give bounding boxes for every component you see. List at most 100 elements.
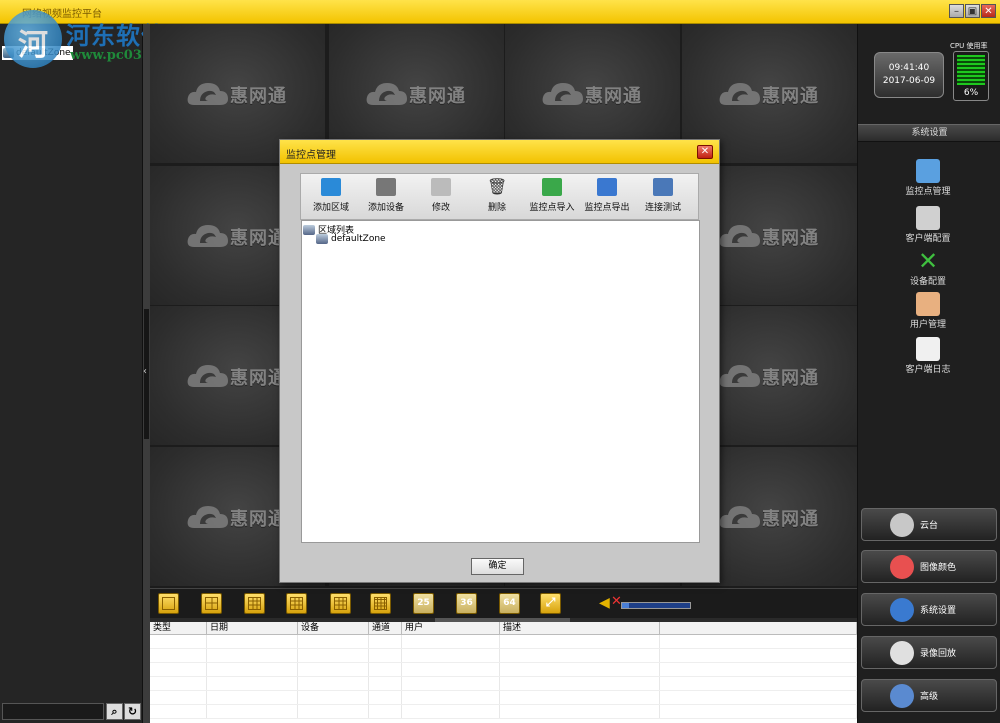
volume-level [622, 603, 629, 608]
camera-placeholder-logo: 惠网通 [186, 221, 290, 251]
table-cell [207, 663, 298, 676]
layout-button-25[interactable]: 25 [413, 593, 434, 614]
mute-icon[interactable]: ◀ ✕ [599, 594, 622, 613]
table-cell [298, 691, 369, 704]
cpu-label: CPU 使用率 [950, 42, 988, 50]
layout-button-36[interactable]: 36 [456, 593, 477, 614]
table-cell [207, 677, 298, 690]
table-row[interactable] [150, 705, 857, 719]
zone-list-icon [303, 224, 315, 235]
dialog-close-button[interactable]: ✕ [697, 145, 713, 159]
table-cell [369, 691, 402, 704]
table-cell [660, 705, 857, 718]
cloud-icon [366, 83, 407, 105]
column-header[interactable]: 类型 [150, 622, 207, 634]
column-header[interactable]: 描述 [500, 622, 660, 634]
app-window: 网络视频监控平台 – ▣ ✕ defaultZone ⌕ ↻ 河 河东软件园 w… [0, 0, 1000, 723]
column-header[interactable]: 设备 [298, 622, 369, 634]
sys-item-0[interactable]: 监控点管理 [878, 159, 978, 197]
panel-splitter[interactable]: ‹ [143, 24, 150, 723]
close-button[interactable]: ✕ [981, 4, 996, 18]
collapse-arrow-icon[interactable]: ‹ [143, 366, 147, 377]
column-header[interactable]: 用户 [402, 622, 500, 634]
placeholder-text: 惠网通 [585, 86, 642, 107]
dialog-tool-5[interactable]: 监控点导出 [579, 178, 635, 213]
section-title: 系统设置 [858, 124, 1000, 142]
table-cell [369, 635, 402, 648]
table-cell [369, 705, 402, 718]
tool-label: 添加设备 [367, 203, 404, 213]
layout-button-4[interactable] [201, 593, 222, 614]
table-row[interactable] [150, 691, 857, 705]
camera-placeholder-logo: 惠网通 [186, 361, 290, 391]
sys-item-label: 用户管理 [909, 320, 946, 330]
dialog-toolbar: 添加区域 添加设备 修改 🗑 删除 监控点导入 监控点导出 连接测试 [300, 173, 699, 220]
device-config-icon: ✕ [917, 247, 939, 275]
function-button-2[interactable]: 系统设置 [861, 593, 997, 626]
table-cell [207, 635, 298, 648]
minimize-button[interactable]: – [949, 4, 964, 18]
table-cell [660, 691, 857, 704]
placeholder-text: 惠网通 [762, 228, 819, 249]
tree-node-default-zone[interactable]: defaultZone [316, 234, 386, 244]
column-header[interactable]: 通道 [369, 622, 402, 634]
table-row[interactable] [150, 663, 857, 677]
sys-item-label: 客户端配置 [905, 234, 951, 244]
camera-placeholder-logo: 惠网通 [718, 361, 822, 391]
add-device-icon [376, 178, 396, 196]
table-row[interactable] [150, 677, 857, 691]
search-icon[interactable]: ⌕ [106, 703, 123, 720]
dialog-tool-1[interactable]: 添加设备 [358, 178, 414, 213]
layout-grid-icon [205, 597, 218, 610]
dialog-tool-3[interactable]: 🗑 删除 [469, 178, 525, 214]
layout-button-9[interactable] [286, 593, 307, 614]
sys-item-2[interactable]: ✕ 设备配置 [878, 249, 978, 287]
layout-toolbar: ◀ ✕ 25 36 64 ⤢ [150, 588, 857, 622]
ok-button[interactable]: 确定 [471, 558, 524, 575]
placeholder-text: 惠网通 [762, 368, 819, 389]
layout-button-8[interactable] [330, 593, 351, 614]
gear-icon [890, 597, 914, 622]
layout-button-64[interactable]: 64 [499, 593, 520, 614]
table-cell [500, 649, 660, 662]
camera-placeholder-logo: 惠网通 [186, 502, 290, 532]
connect-test-icon [653, 178, 673, 196]
layout-button-1[interactable] [158, 593, 179, 614]
function-button-3[interactable]: 录像回放 [861, 636, 997, 669]
tool-label: 监控点导出 [584, 203, 630, 213]
search-input[interactable] [2, 703, 104, 720]
camera-placeholder-logo: 惠网通 [186, 79, 290, 109]
volume-slider[interactable] [621, 602, 691, 609]
function-button-1[interactable]: 图像颜色 [861, 550, 997, 583]
table-cell [150, 649, 207, 662]
dialog-tool-6[interactable]: 连接测试 [635, 178, 691, 213]
table-cell [660, 649, 857, 662]
dialog-title: 监控点管理 [286, 150, 336, 161]
refresh-icon[interactable]: ↻ [124, 703, 141, 720]
layout-button-16[interactable] [370, 593, 391, 614]
function-button-4[interactable]: 高级 [861, 679, 997, 712]
dialog-tool-2[interactable]: 修改 [413, 178, 469, 213]
current-date: 2017-06-09 [882, 76, 936, 86]
table-cell [660, 677, 857, 690]
function-button-0[interactable]: 云台 [861, 508, 997, 541]
table-cell [500, 663, 660, 676]
sys-item-1[interactable]: 客户端配置 [878, 206, 978, 244]
tool-label: 删除 [487, 203, 506, 213]
button-label: 图像颜色 [920, 563, 957, 573]
dialog-tool-0[interactable]: 添加区域 [303, 178, 359, 213]
layout-button-full[interactable]: ⤢ [540, 593, 561, 614]
column-header-filler [660, 622, 857, 634]
column-header[interactable]: 日期 [207, 622, 298, 634]
table-cell [500, 635, 660, 648]
dialog-tool-4[interactable]: 监控点导入 [524, 178, 580, 213]
maximize-button[interactable]: ▣ [965, 4, 980, 18]
table-cell [298, 649, 369, 662]
placeholder-text: 惠网通 [762, 86, 819, 107]
table-row[interactable] [150, 635, 857, 649]
table-row[interactable] [150, 649, 857, 663]
sys-item-4[interactable]: 客户端日志 [878, 337, 978, 375]
sys-item-3[interactable]: 用户管理 [878, 292, 978, 330]
layout-grid-icon: ⤢ [545, 595, 556, 609]
layout-button-6[interactable] [244, 593, 265, 614]
